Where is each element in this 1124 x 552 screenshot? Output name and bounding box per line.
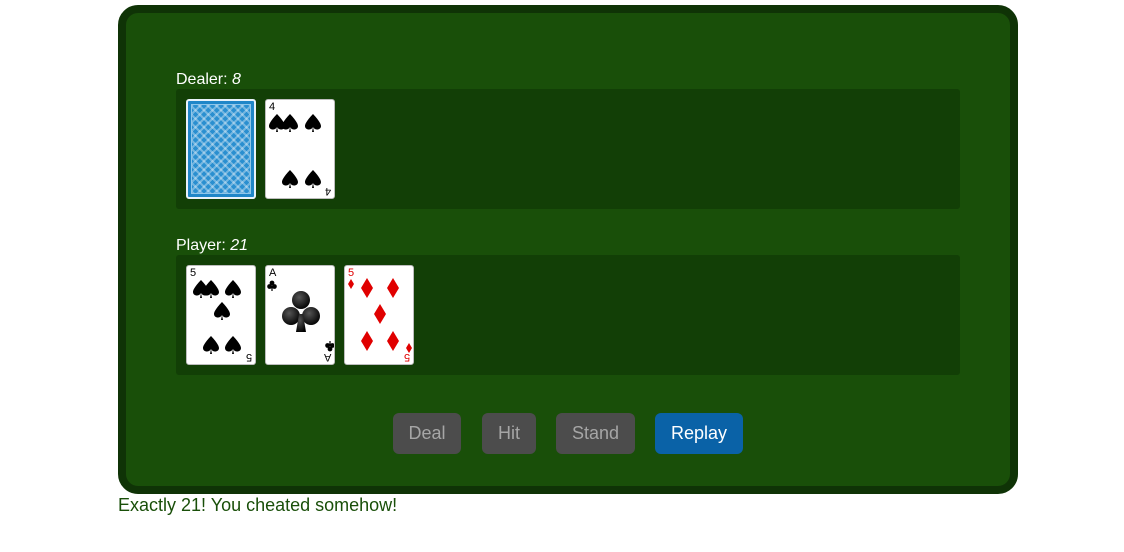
dealer-label-text: Dealer:: [176, 71, 233, 88]
replay-button[interactable]: Replay: [655, 413, 743, 454]
card-rank-top: A: [269, 267, 277, 279]
player-card-ace-clubs: A A: [265, 265, 335, 365]
card-rank-top: 5: [190, 267, 197, 279]
card-rank-top: 4: [269, 101, 276, 113]
hit-button[interactable]: Hit: [482, 413, 536, 454]
stand-button[interactable]: Stand: [556, 413, 635, 454]
dealer-card-face-down: [186, 99, 256, 199]
player-hand-area: 5 5 A A 5 5: [176, 255, 960, 375]
blackjack-table: Dealer: 8 4 4 Player: 21 5 5 A A 5 5 Dea…: [118, 5, 1018, 494]
player-label-text: Player:: [176, 237, 231, 254]
dealer-hand-area: 4 4: [176, 89, 960, 209]
card-rank-bottom: 5: [403, 351, 410, 363]
card-rank-bottom: 4: [324, 185, 331, 197]
card-rank-top: 5: [348, 267, 355, 279]
player-label: Player: 21: [176, 237, 248, 255]
player-card-5-spades: 5 5: [186, 265, 256, 365]
card-back-pattern: [191, 104, 251, 194]
card-rank-bottom: 5: [245, 351, 252, 363]
dealer-label: Dealer: 8: [176, 71, 241, 89]
player-card-5-diamonds: 5 5: [344, 265, 414, 365]
dealer-card-4-spades: 4 4: [265, 99, 335, 199]
card-rank-bottom: A: [323, 351, 331, 363]
result-message: Exactly 21! You cheated somehow!: [118, 495, 398, 515]
deal-button[interactable]: Deal: [393, 413, 461, 454]
player-score: 21: [230, 237, 249, 254]
dealer-score: 8: [232, 71, 241, 88]
